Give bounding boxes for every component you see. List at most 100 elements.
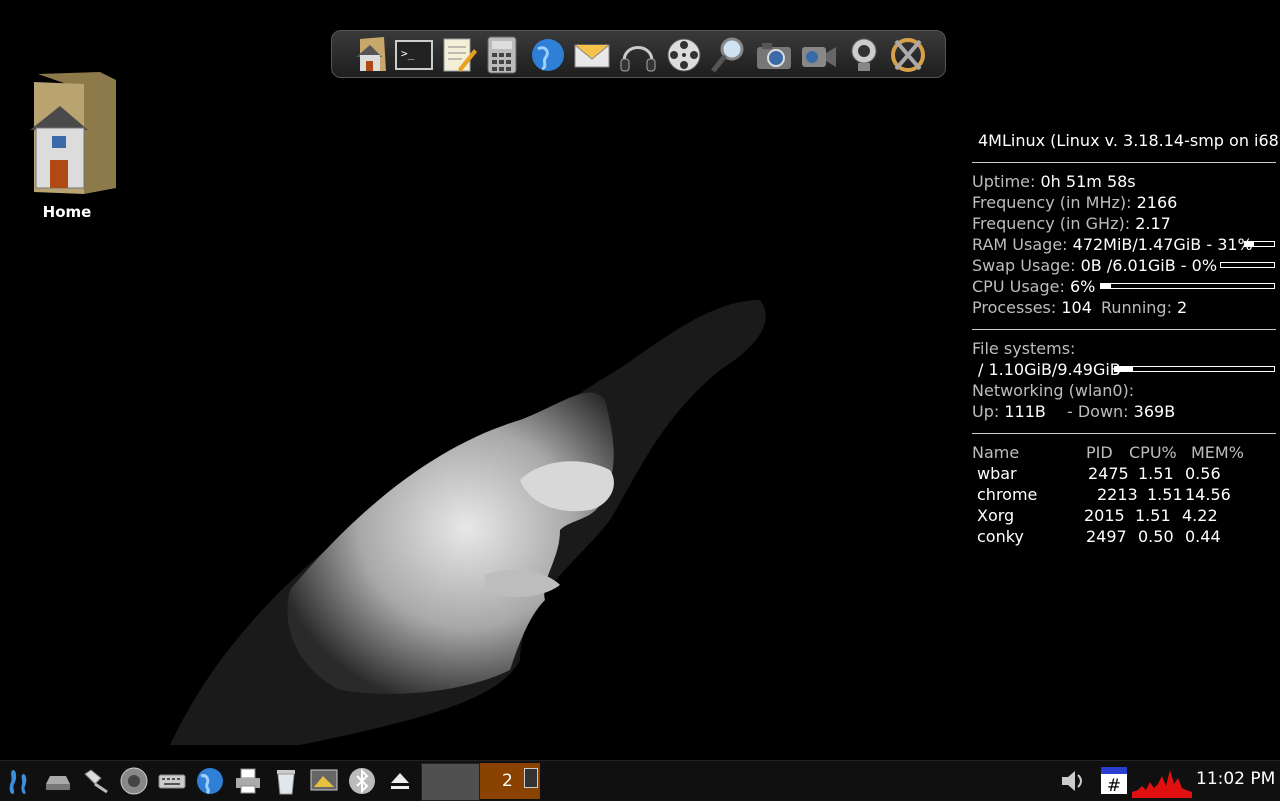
start-menu-icon[interactable] [5, 766, 35, 796]
camera-icon[interactable] [754, 35, 794, 75]
film-reel-icon[interactable] [664, 35, 704, 75]
home-icon-label: Home [42, 203, 92, 221]
running-label: Running: [1101, 298, 1172, 317]
divider [972, 433, 1276, 434]
proc-mem: 4.22 [1182, 506, 1218, 525]
down-value: 369B [1133, 402, 1176, 421]
video-camera-icon[interactable] [798, 35, 838, 75]
webcam-icon[interactable] [844, 35, 884, 75]
fs-row: / 1.10GiB/9.49GiB [972, 359, 1276, 380]
text-editor-icon[interactable] [438, 35, 478, 75]
cpu-graph [1132, 770, 1192, 798]
trash-icon[interactable] [271, 766, 301, 796]
network-cable-icon[interactable] [81, 766, 111, 796]
freq-ghz-value: 2.17 [1135, 214, 1171, 233]
running-value: 2 [1177, 298, 1188, 317]
processes-value: 104 [1061, 298, 1092, 317]
proc-mem: 0.56 [1185, 464, 1221, 483]
window-thumbnail [524, 768, 538, 788]
fs-label: File systems: [972, 339, 1076, 358]
cpu-bar [1100, 283, 1275, 289]
workspace-number: 2 [502, 771, 513, 791]
home-folder-icon [30, 72, 116, 194]
freq-ghz-label: Frequency (in GHz): [972, 214, 1131, 233]
home-folder-icon[interactable] [352, 35, 392, 75]
taskbar: 2 # 11:02 PM [0, 760, 1280, 801]
fs-root-value: / 1.10GiB/9.49GiB [978, 360, 1121, 379]
proc-header-row: Name PID CPU% MEM% [972, 442, 1276, 463]
processes-label: Processes: [972, 298, 1057, 317]
desktop-home-icon[interactable]: Home [24, 70, 116, 221]
fs-bar [1114, 366, 1275, 372]
proc-pid: 2015 [1084, 506, 1125, 525]
keyboard-icon[interactable] [157, 766, 187, 796]
exit-icon[interactable] [888, 35, 928, 75]
proc-name: conky [977, 527, 1024, 546]
ram-label: RAM Usage: [972, 235, 1068, 254]
table-row: conky 2497 0.50 0.44 [972, 526, 1276, 547]
freq-mhz-label: Frequency (in MHz): [972, 193, 1132, 212]
globe-icon[interactable] [195, 766, 225, 796]
proc-header-mem: MEM% [1191, 443, 1244, 462]
proc-name: Xorg [977, 506, 1015, 525]
workspace-2[interactable]: 2 [480, 763, 540, 799]
freq-mhz-value: 2166 [1136, 193, 1178, 212]
swap-value: 0B /6.01GiB - 0% [1080, 256, 1218, 275]
proc-mem: 14.56 [1185, 485, 1231, 504]
proc-pid: 2475 [1088, 464, 1129, 483]
terminal-icon[interactable]: >_ [394, 35, 434, 75]
eject-icon[interactable] [385, 766, 415, 796]
top-dock: >_ [331, 30, 946, 78]
ram-value: 472MiB/1.47GiB - 31% [1072, 235, 1253, 254]
table-row: chrome 2213 1.51 14.56 [972, 484, 1276, 505]
freq-mhz-row: Frequency (in MHz): 2166 [972, 192, 1276, 213]
conky-header: 4MLinux (Linux v. 3.18.14-smp on i686) [978, 131, 1280, 150]
swap-bar [1220, 262, 1275, 268]
net-label: Networking (wlan0): [972, 381, 1135, 400]
calculator-icon[interactable] [482, 35, 522, 75]
proc-cpu: 1.51 [1138, 464, 1174, 483]
cpu-value: 6% [1069, 277, 1096, 296]
workspace-1[interactable] [421, 763, 480, 801]
proc-mem: 0.44 [1185, 527, 1221, 546]
svg-text:#: # [1107, 776, 1121, 795]
ram-bar [1244, 241, 1275, 247]
up-label: Up: [972, 402, 1000, 421]
proc-header-pid: PID [1086, 443, 1113, 462]
cpu-label: CPU Usage: [972, 277, 1065, 296]
uptime-row: Uptime: 0h 51m 58s [972, 171, 1276, 192]
svg-text:>_: >_ [401, 47, 415, 60]
table-row: wbar 2475 1.51 0.56 [972, 463, 1276, 484]
divider [972, 329, 1276, 330]
mail-icon[interactable] [572, 35, 612, 75]
ram-row: RAM Usage: 472MiB/1.47GiB - 31% [972, 234, 1276, 255]
drive-icon[interactable] [43, 766, 73, 796]
printer-icon[interactable] [233, 766, 263, 796]
volume-icon[interactable] [1058, 766, 1088, 796]
uptime-value: 0h 51m 58s [1040, 172, 1136, 191]
table-row: Xorg 2015 1.51 4.22 [972, 505, 1276, 526]
proc-cpu: 1.51 [1135, 506, 1171, 525]
net-row: Up: 111B - Down: 369B [972, 401, 1276, 422]
uptime-label: Uptime: [972, 172, 1036, 191]
clock[interactable]: 11:02 PM [1196, 769, 1275, 789]
proc-cpu: 0.50 [1138, 527, 1174, 546]
swap-label: Swap Usage: [972, 256, 1076, 275]
proc-name: chrome [977, 485, 1038, 504]
swap-row: Swap Usage: 0B /6.01GiB - 0% [972, 255, 1276, 276]
bluetooth-icon[interactable] [347, 766, 377, 796]
proc-cpu: 1.51 [1147, 485, 1183, 504]
magnifier-icon[interactable] [708, 35, 748, 75]
up-value: 111B [1004, 402, 1046, 421]
proc-header-name: Name [972, 443, 1020, 462]
speaker-icon[interactable] [119, 766, 149, 796]
conky-monitor: 4MLinux (Linux v. 3.18.14-smp on i686) U… [972, 130, 1280, 547]
divider [972, 162, 1276, 163]
web-browser-icon[interactable] [528, 35, 568, 75]
display-settings-icon[interactable] [309, 766, 339, 796]
calendar-icon[interactable]: # [1099, 765, 1129, 796]
freq-ghz-row: Frequency (in GHz): 2.17 [972, 213, 1276, 234]
down-label: - Down: [1066, 402, 1129, 421]
proc-name: wbar [977, 464, 1017, 483]
headphones-icon[interactable] [618, 35, 658, 75]
